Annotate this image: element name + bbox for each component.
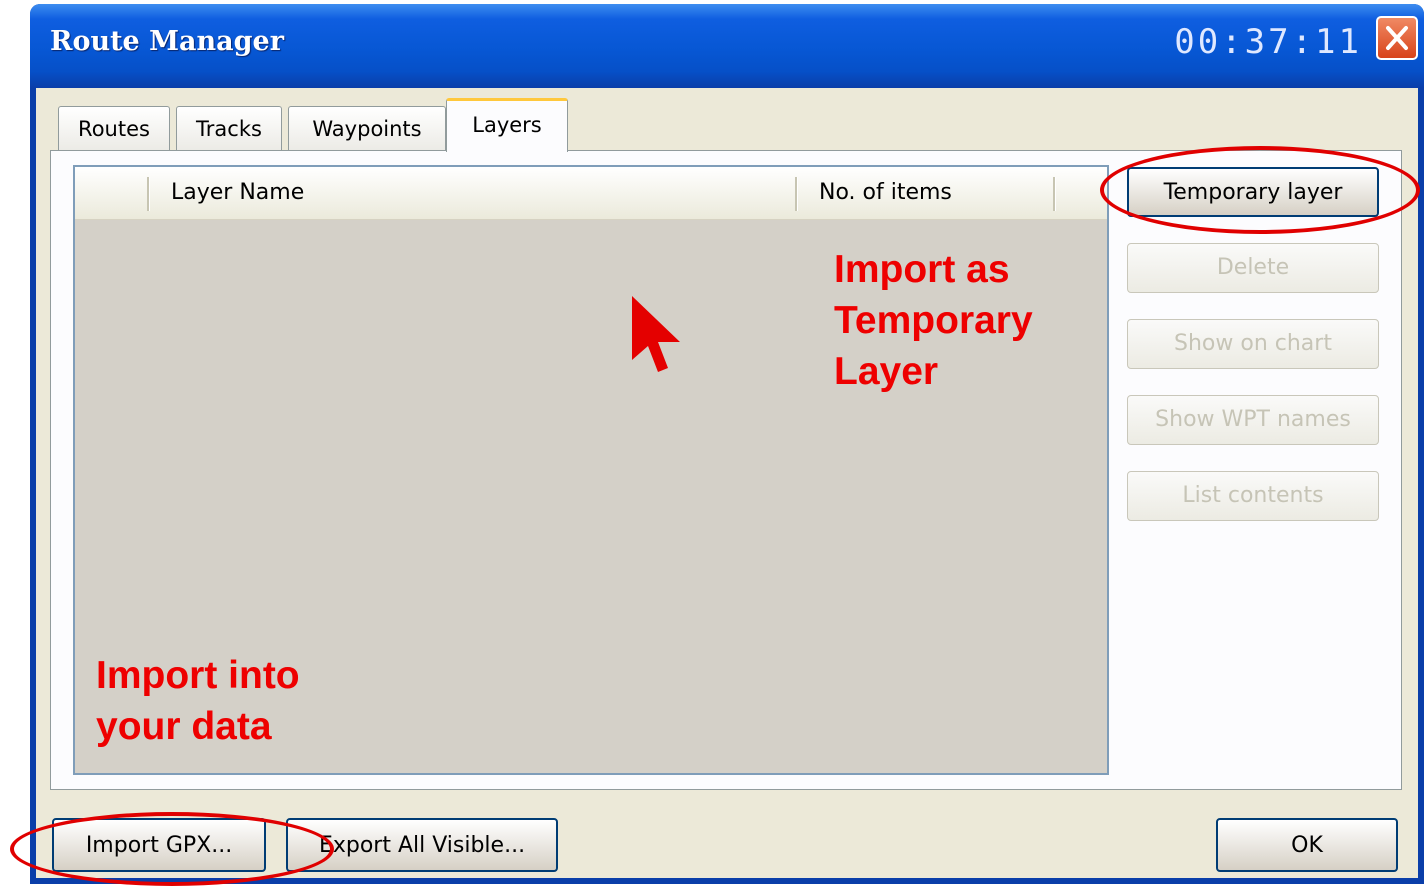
column-header-layer-name[interactable]: Layer Name: [171, 167, 304, 219]
tab-waypoints[interactable]: Waypoints: [288, 106, 446, 150]
import-annotation: Import into your data: [96, 650, 300, 752]
clock-display: 00:37:11: [1174, 22, 1362, 62]
column-divider[interactable]: [147, 177, 150, 211]
show-on-chart-button[interactable]: Show on chart: [1127, 319, 1379, 369]
list-header: Layer Name No. of items: [75, 167, 1107, 220]
title-bar[interactable]: Route Manager 00:37:11: [30, 4, 1424, 88]
column-divider[interactable]: [795, 177, 798, 211]
close-button[interactable]: [1376, 16, 1418, 60]
delete-button[interactable]: Delete: [1127, 243, 1379, 293]
annotation-line: Import as: [834, 248, 1010, 291]
highlight-ellipse-import-gpx: [10, 812, 334, 886]
ok-button[interactable]: OK: [1216, 818, 1398, 872]
annotation-line: Import into: [96, 654, 300, 697]
show-wpt-names-button[interactable]: Show WPT names: [1127, 395, 1379, 445]
annotation-line: Layer: [834, 350, 939, 393]
annotation-line: your data: [96, 705, 272, 748]
list-contents-button[interactable]: List contents: [1127, 471, 1379, 521]
column-divider[interactable]: [1053, 177, 1056, 211]
tab-layers[interactable]: Layers: [446, 98, 568, 152]
annotation-line: Temporary: [834, 299, 1033, 342]
close-icon: [1386, 26, 1408, 50]
tab-tracks[interactable]: Tracks: [176, 106, 282, 150]
tab-routes[interactable]: Routes: [58, 106, 170, 150]
arrow-cursor-icon: [632, 296, 680, 372]
temporary-layer-annotation: Import as Temporary Layer: [834, 244, 1033, 397]
window-title: Route Manager: [50, 26, 284, 57]
route-manager-window: Route Manager 00:37:11 Routes Tracks Way…: [30, 4, 1424, 884]
highlight-ellipse-temporary-layer: [1100, 146, 1420, 234]
column-header-item-count[interactable]: No. of items: [819, 167, 952, 219]
